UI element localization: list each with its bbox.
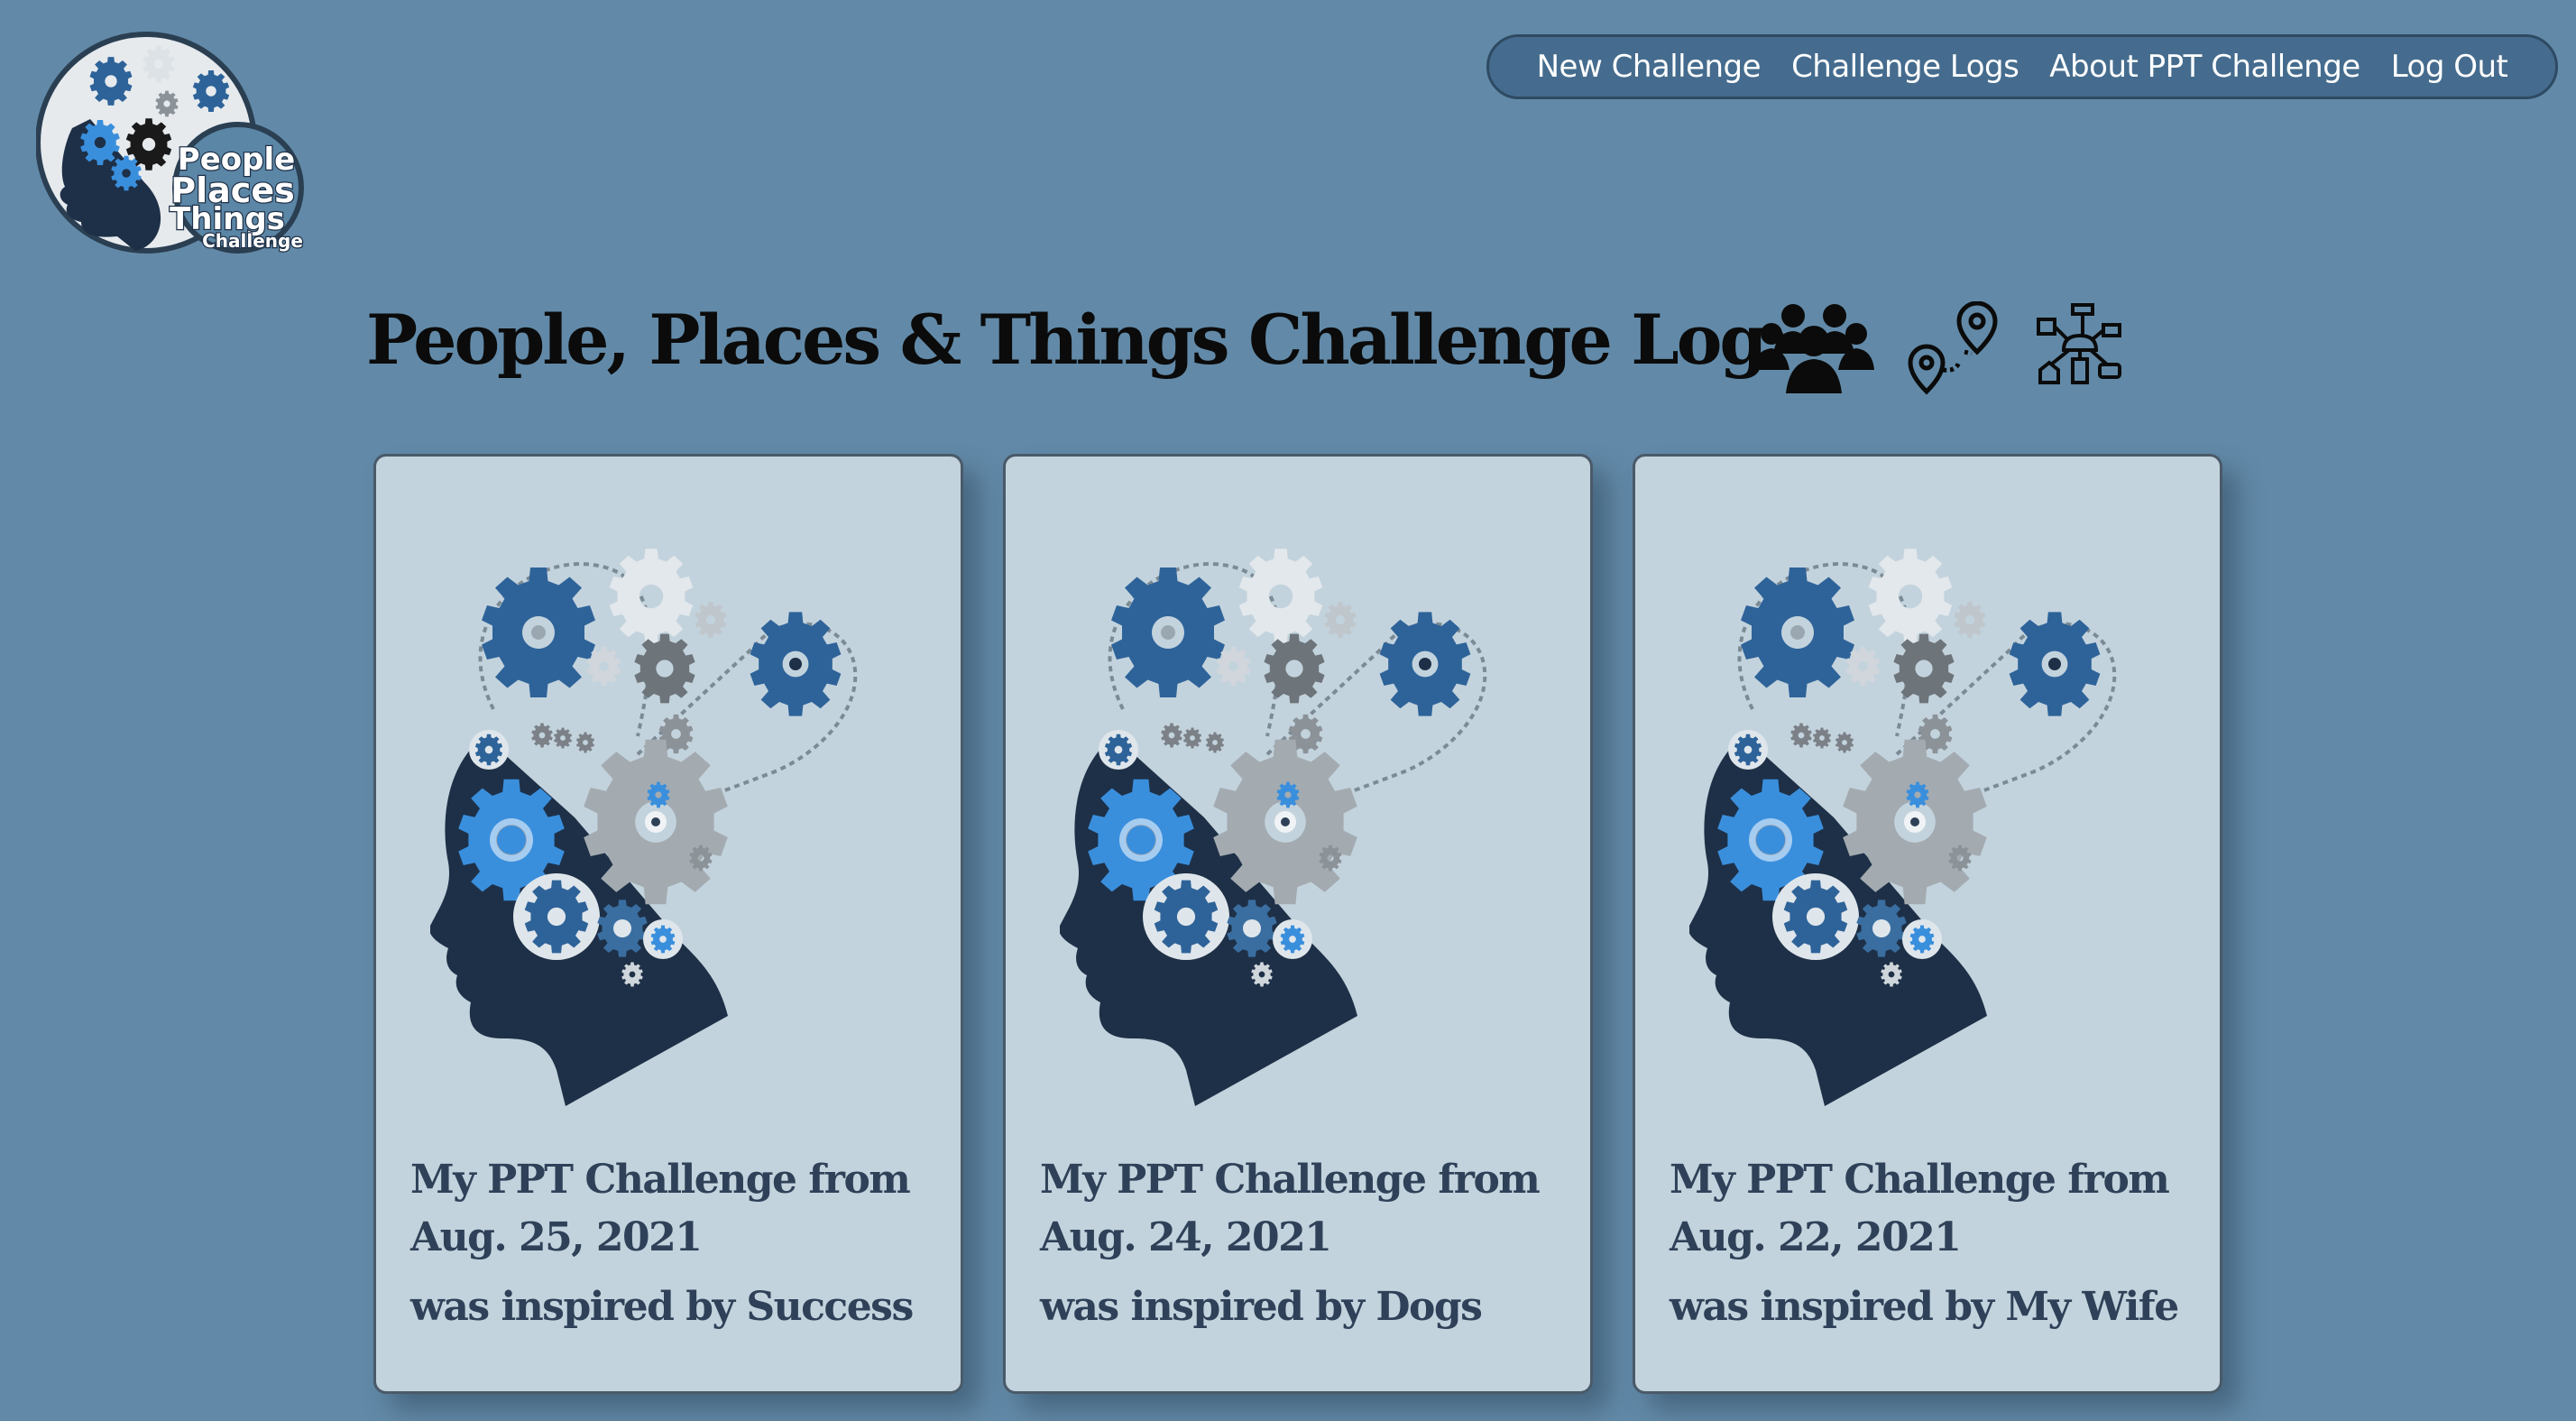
nav-challenge-logs[interactable]: Challenge Logs [1791, 49, 2019, 85]
card-date: Aug. 22, 2021 [1670, 1214, 1962, 1260]
nav-new-challenge[interactable]: New Challenge [1537, 49, 1762, 85]
page-title: People, Places & Things Challenge Log: [366, 300, 1790, 380]
map-pins-icon [1908, 301, 1998, 395]
card-title: My PPT Challenge from Aug. 24, 2021 [1040, 1151, 1572, 1267]
card-inspiration: was inspired by Success [410, 1284, 914, 1330]
gear-head-icon [430, 547, 899, 1106]
top-nav: New Challenge Challenge Logs About PPT C… [1486, 34, 2558, 99]
logo-text-challenge: Challenge [202, 230, 303, 252]
challenge-card-3[interactable]: My PPT Challenge from Aug. 22, 2021 was … [1633, 454, 2222, 1394]
card-inspiration: was inspired by Dogs [1040, 1284, 1483, 1330]
card-date: Aug. 24, 2021 [1040, 1214, 1332, 1260]
people-icon [1753, 304, 1874, 393]
card-title-prefix: My PPT Challenge from [410, 1157, 911, 1203]
card-title-prefix: My PPT Challenge from [1670, 1157, 2170, 1203]
card-title: My PPT Challenge from Aug. 22, 2021 [1670, 1151, 2202, 1267]
nav-about-ppt-challenge[interactable]: About PPT Challenge [2049, 49, 2360, 85]
gear-head-icon [1689, 547, 2158, 1106]
site-logo[interactable]: People Places Things Challenge [36, 29, 307, 260]
things-network-icon [2037, 303, 2121, 384]
card-title-prefix: My PPT Challenge from [1040, 1157, 1541, 1203]
card-date: Aug. 25, 2021 [410, 1214, 703, 1260]
nav-log-out[interactable]: Log Out [2391, 49, 2508, 85]
challenge-card-2[interactable]: My PPT Challenge from Aug. 24, 2021 was … [1003, 454, 1593, 1394]
gear-head-icon [1060, 547, 1529, 1106]
challenge-card-1[interactable]: My PPT Challenge from Aug. 25, 2021 was … [373, 454, 963, 1394]
card-title: My PPT Challenge from Aug. 25, 2021 [410, 1151, 943, 1267]
card-inspiration: was inspired by My Wife [1670, 1284, 2179, 1330]
